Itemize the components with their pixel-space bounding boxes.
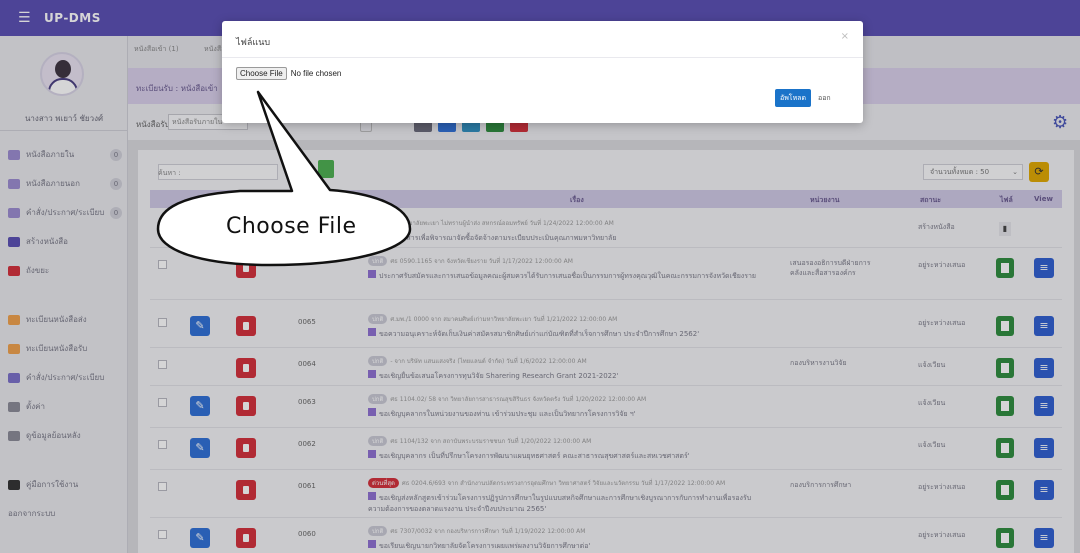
modal-divider bbox=[222, 57, 863, 58]
modal-title: ไฟล์แนบ bbox=[236, 38, 271, 48]
upload-button[interactable]: อัพโหลด bbox=[775, 89, 811, 107]
exit-button[interactable]: ออก bbox=[818, 89, 831, 107]
callout-text: Choose File bbox=[226, 214, 357, 239]
file-input[interactable]: Choose File No file chosen bbox=[236, 67, 341, 80]
attachment-modal: ไฟล์แนบ × Choose File No file chosen อัพ… bbox=[222, 21, 863, 123]
file-status-text: No file chosen bbox=[290, 69, 342, 78]
choose-file-button[interactable]: Choose File bbox=[236, 67, 287, 80]
close-icon[interactable]: × bbox=[841, 31, 849, 42]
